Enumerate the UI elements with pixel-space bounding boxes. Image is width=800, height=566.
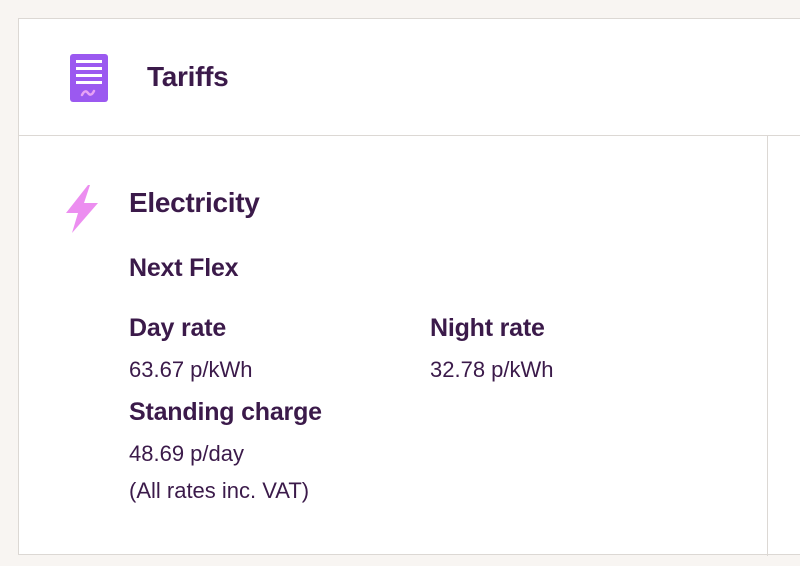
tariff-name: Next Flex — [129, 254, 239, 282]
standing-charge-value: 48.69 p/day — [129, 441, 244, 466]
night-rate-label: Night rate — [430, 314, 545, 342]
vat-note: (All rates inc. VAT) — [129, 478, 310, 503]
section-title-electricity: Electricity — [129, 187, 260, 218]
page-title: Tariffs — [147, 61, 229, 92]
day-rate-label: Day rate — [129, 314, 227, 342]
night-rate-value: 32.78 p/kWh — [430, 357, 554, 382]
day-rate-value: 63.67 p/kWh — [129, 357, 253, 382]
card-header: Tariffs — [19, 19, 800, 136]
document-icon — [70, 54, 108, 102]
standing-charge-label: Standing charge — [129, 398, 322, 426]
lightning-bolt-icon — [66, 185, 98, 233]
column-divider — [767, 136, 768, 556]
tariffs-card: Tariffs Electricity Next Flex Day rate 6… — [18, 18, 800, 556]
